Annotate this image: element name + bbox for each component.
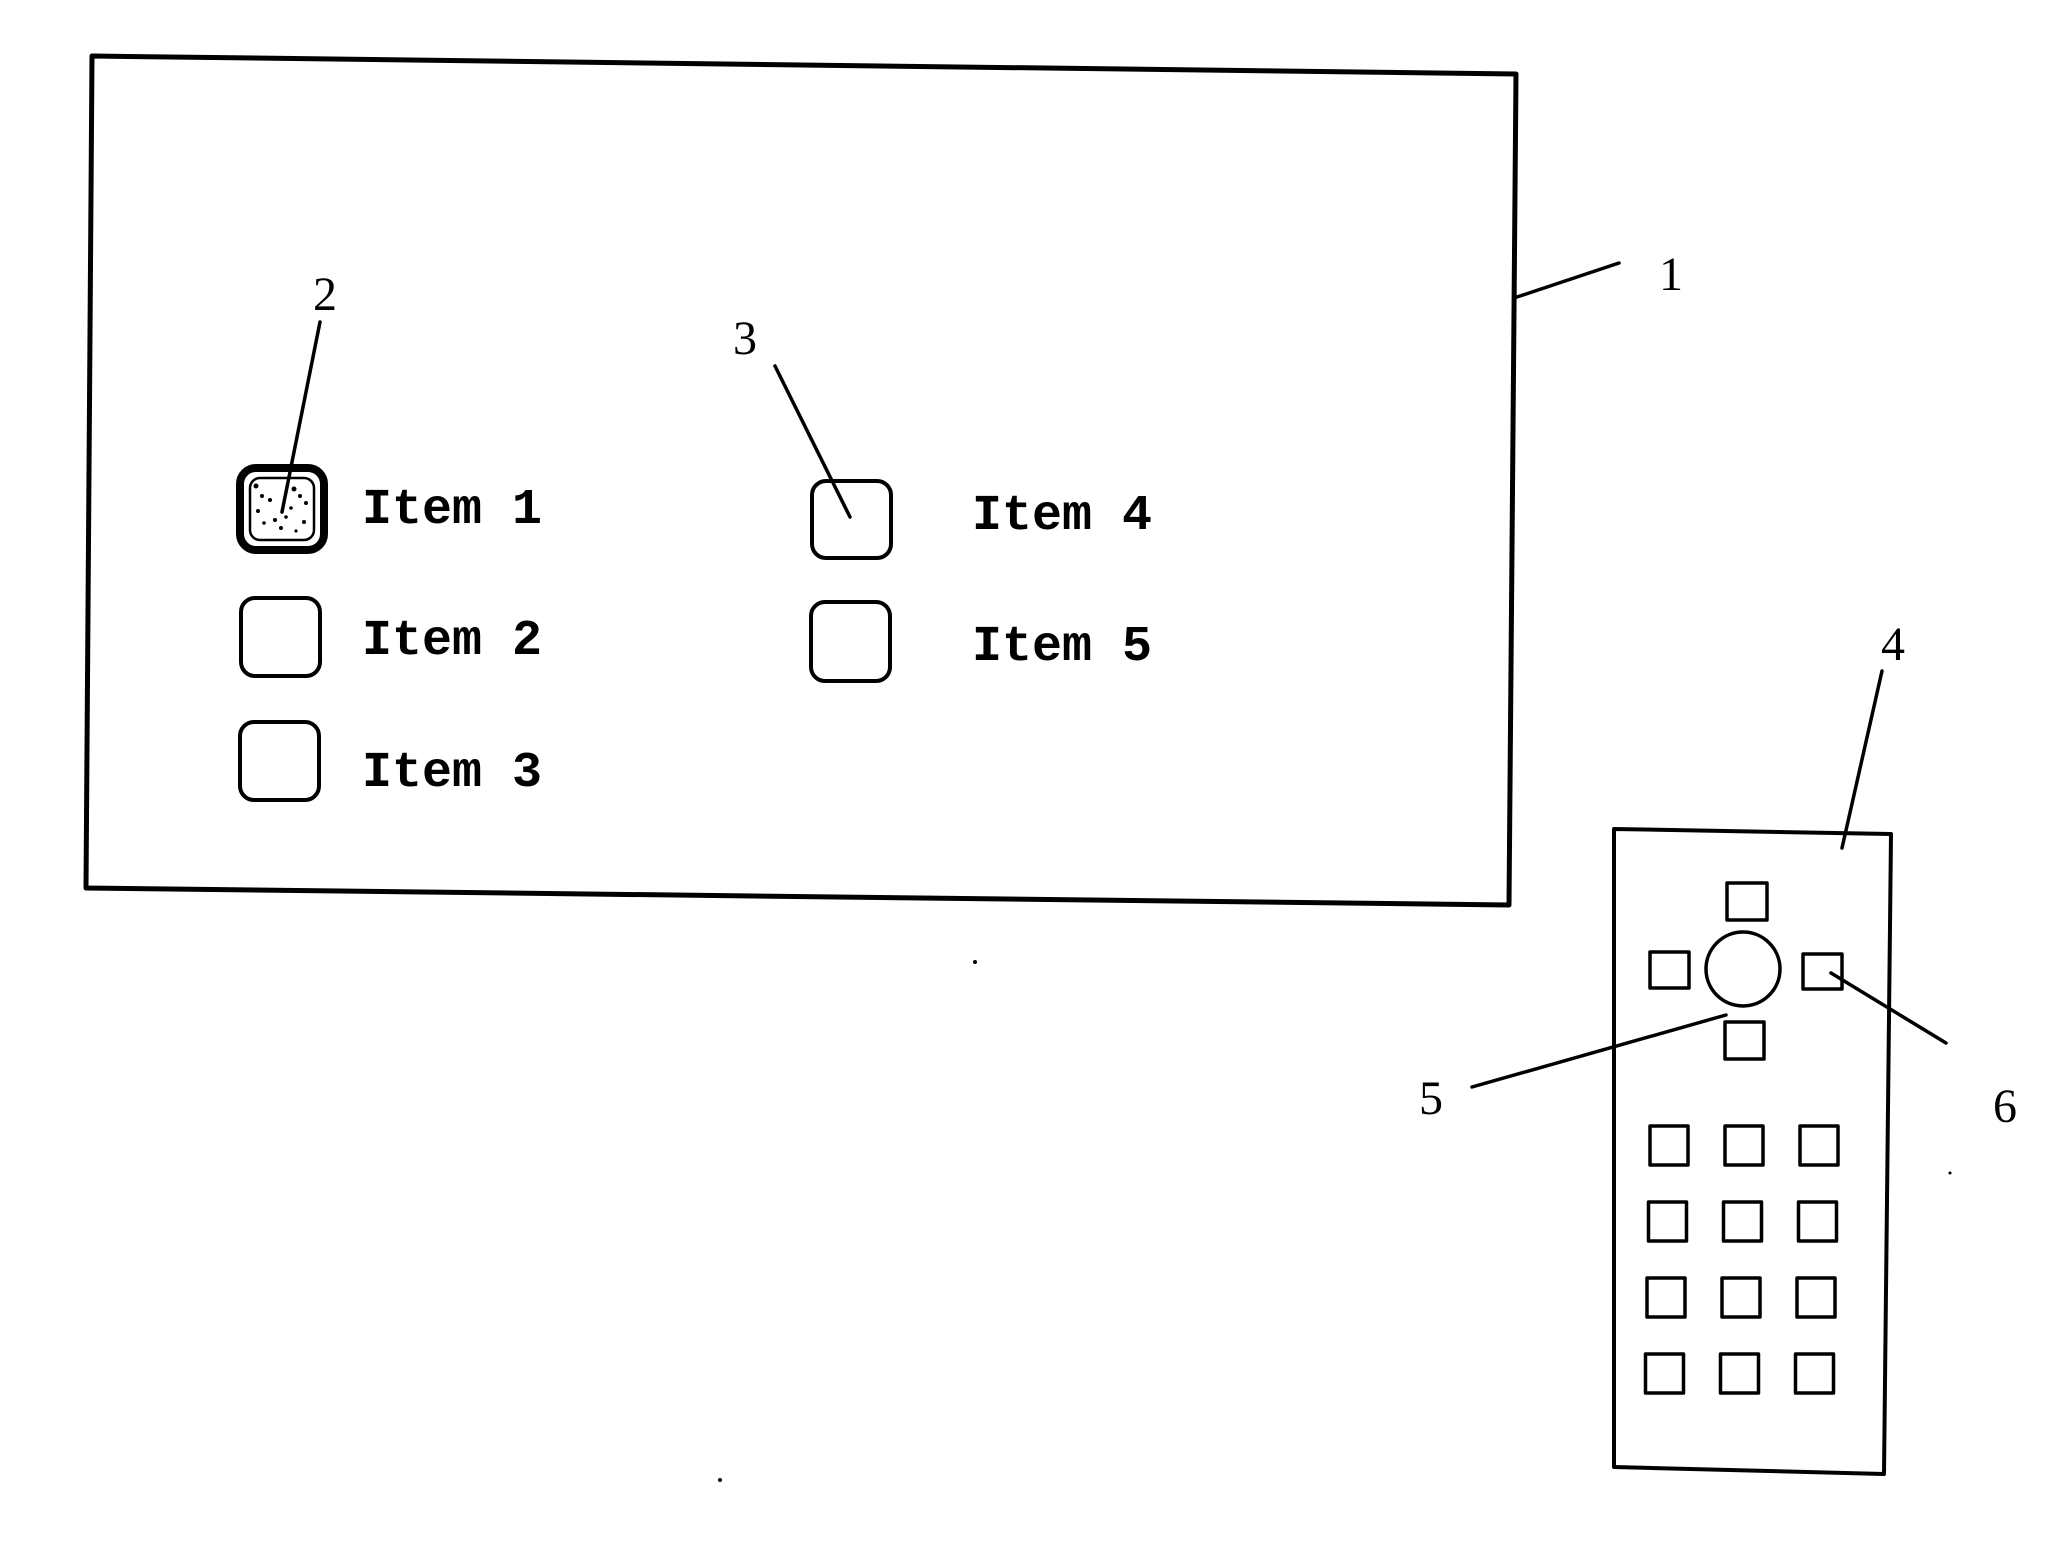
menu-item-2[interactable]: Item 2 bbox=[239, 596, 542, 678]
focus-texture-icon bbox=[253, 483, 308, 533]
keypad-button[interactable] bbox=[1718, 1352, 1761, 1395]
keypad-button[interactable] bbox=[1643, 1352, 1686, 1395]
patent-figure: Item 1 Item 2 Item 3 Item 4 Item 5 1 2 3… bbox=[83, 53, 2017, 1482]
keypad-button[interactable] bbox=[1795, 1276, 1837, 1319]
checkbox[interactable] bbox=[810, 479, 893, 560]
keypad-button[interactable] bbox=[1793, 1352, 1836, 1395]
dpad-right-button[interactable] bbox=[1801, 952, 1844, 991]
ref-numeral-3: 3 bbox=[733, 312, 757, 365]
ref-numeral-1: 1 bbox=[1659, 248, 1683, 301]
menu-item-label: Item 3 bbox=[362, 745, 542, 802]
menu-item-3[interactable]: Item 3 bbox=[238, 720, 542, 802]
dpad-down-button[interactable] bbox=[1723, 1020, 1766, 1061]
menu-item-label: Item 2 bbox=[362, 613, 542, 670]
dpad bbox=[1648, 881, 1844, 1061]
tv-screen: Item 1 Item 2 Item 3 Item 4 Item 5 bbox=[83, 53, 1519, 908]
checkbox[interactable] bbox=[239, 596, 322, 678]
leader-line-5 bbox=[1470, 1013, 1728, 1089]
remote-control bbox=[1612, 827, 1893, 1476]
menu-item-1[interactable]: Item 1 bbox=[236, 464, 542, 554]
ref-numeral-2: 2 bbox=[313, 268, 337, 321]
menu-item-label: Item 5 bbox=[972, 619, 1152, 676]
ref-numeral-5: 5 bbox=[1419, 1072, 1443, 1125]
scan-specks bbox=[718, 960, 1952, 1482]
keypad-button[interactable] bbox=[1645, 1276, 1687, 1319]
ref-numeral-6: 6 bbox=[1993, 1080, 2017, 1133]
menu-item-label: Item 1 bbox=[362, 482, 542, 539]
leader-line-4 bbox=[1840, 669, 1884, 850]
dpad-up-button[interactable] bbox=[1725, 881, 1769, 922]
keypad-button[interactable] bbox=[1720, 1276, 1762, 1319]
keypad-button[interactable] bbox=[1646, 1200, 1689, 1243]
ok-button[interactable] bbox=[1704, 930, 1782, 1008]
remote-body bbox=[1612, 827, 1893, 1476]
keypad-button[interactable] bbox=[1796, 1200, 1839, 1243]
menu-item-5[interactable]: Item 5 bbox=[809, 600, 1152, 683]
dpad-left-button[interactable] bbox=[1648, 950, 1691, 990]
checkbox[interactable] bbox=[809, 600, 892, 683]
screen-frame bbox=[83, 53, 1519, 908]
keypad-button[interactable] bbox=[1648, 1124, 1690, 1167]
keypad-button[interactable] bbox=[1798, 1124, 1840, 1167]
menu-item-label: Item 4 bbox=[972, 488, 1152, 545]
leader-line-1 bbox=[1512, 261, 1621, 300]
keypad-button[interactable] bbox=[1721, 1200, 1764, 1243]
keypad-button[interactable] bbox=[1723, 1124, 1765, 1167]
ref-numeral-4: 4 bbox=[1881, 618, 1905, 671]
keypad bbox=[1643, 1124, 1840, 1395]
checkbox[interactable] bbox=[238, 720, 321, 802]
menu-item-4[interactable]: Item 4 bbox=[810, 479, 1152, 560]
